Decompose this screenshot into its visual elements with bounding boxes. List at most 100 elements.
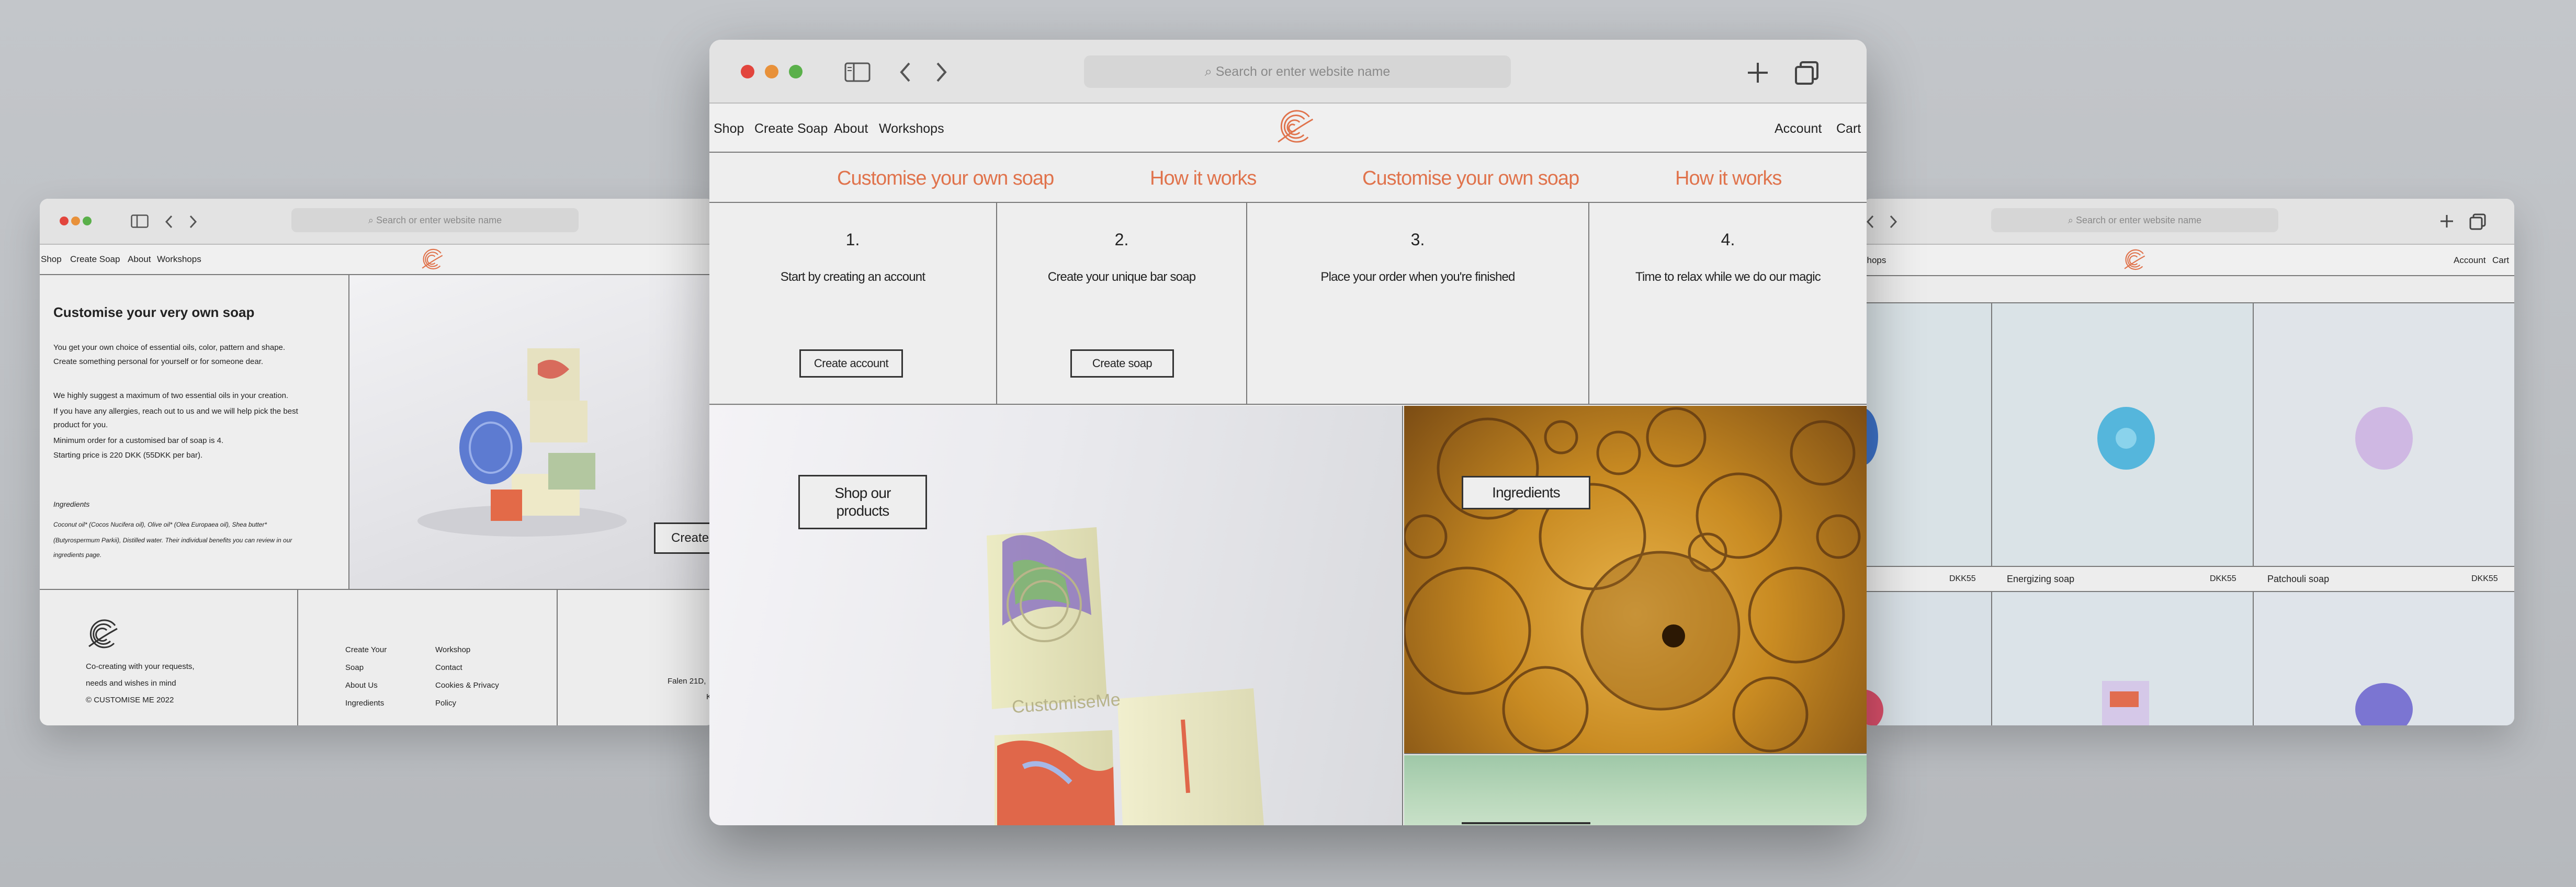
nav-cart[interactable]: Cart — [1836, 121, 1861, 137]
ingredients-text: (Butyrospermum Parkii), Distilled water.… — [53, 537, 292, 544]
footer-link[interactable]: Create Your — [345, 645, 387, 654]
nav-cart[interactable]: Cart — [2492, 255, 2509, 266]
create-soap-button[interactable]: Create soap — [1070, 349, 1174, 378]
footer-copyright: © CUSTOMISE ME 2022 — [86, 696, 174, 704]
address-bar[interactable]: ⌕ Search or enter website name — [1084, 55, 1511, 88]
tabs-overview-icon[interactable] — [2469, 213, 2486, 230]
nav-workshops[interactable]: Workshops — [879, 121, 944, 137]
product-image[interactable] — [1992, 303, 2253, 566]
product-labels-row: DKK55 Energizing soap DKK55 Patchouli so… — [1862, 566, 2514, 592]
marquee-text: Customise your own soap — [1362, 167, 1579, 189]
maximize-window-button[interactable] — [83, 217, 92, 225]
search-icon: ⌕ — [368, 215, 376, 225]
new-tab-icon[interactable] — [1746, 61, 1769, 84]
main-browser-window: ⌕ Search or enter website name Shop Crea… — [709, 40, 1867, 825]
create-account-label: Create account — [814, 356, 889, 370]
nav-workshops[interactable]: Workshops — [157, 254, 201, 265]
back-arrow-icon[interactable] — [899, 62, 911, 83]
product-image[interactable] — [2254, 303, 2514, 566]
browser-toolbar: ⌕ Search or enter website name — [40, 199, 715, 245]
nav-create-soap[interactable]: Create Soap — [754, 121, 828, 137]
product-name[interactable]: Energizing soap — [2007, 574, 2074, 585]
ingredients-button[interactable]: Ingredients — [1462, 476, 1590, 509]
description-line: We highly suggest a maximum of two essen… — [53, 391, 289, 400]
nav-about[interactable]: About — [834, 121, 868, 137]
step-number: 4. — [1721, 230, 1735, 249]
sidebar-icon[interactable] — [131, 214, 149, 228]
description-line: product for you. — [53, 420, 108, 429]
create-button-label: Create — [671, 530, 709, 545]
ingredients-title: Ingredients — [53, 500, 90, 508]
address-bar-placeholder: Search or enter website name — [376, 215, 502, 225]
create-button[interactable]: Create — [654, 522, 715, 554]
footer-link[interactable]: Policy — [435, 699, 456, 708]
description-line: You get your own choice of essential oil… — [53, 343, 286, 352]
site-nav: shops Account Cart — [1862, 245, 2514, 276]
description-line: If you have any allergies, reach out to … — [53, 407, 298, 416]
close-window-button[interactable] — [741, 65, 754, 78]
minimize-window-button[interactable] — [71, 217, 80, 225]
shop-products-label: Shop our — [834, 485, 891, 502]
footer-link[interactable]: Soap — [345, 663, 364, 672]
logo-icon[interactable] — [1273, 109, 1315, 146]
address-bar[interactable]: ⌕ Search or enter website name — [1991, 208, 2278, 232]
address-bar-placeholder: Search or enter website name — [1215, 64, 1391, 79]
create-account-button[interactable]: Create account — [799, 349, 903, 378]
address-bar-placeholder: Search or enter website name — [2075, 215, 2202, 225]
search-icon: ⌕ — [1204, 64, 1216, 79]
product-name[interactable]: Patchouli soap — [2267, 574, 2329, 585]
nav-about[interactable]: About — [128, 254, 151, 265]
footer-link[interactable]: Ingredients — [345, 699, 384, 708]
product-grid: DKK55 Energizing soap DKK55 Patchouli so… — [1862, 303, 2514, 725]
product-price: DKK55 — [2210, 574, 2236, 583]
close-window-button[interactable] — [60, 217, 69, 225]
browser-toolbar: ⌕ Search or enter website name — [709, 40, 1867, 104]
new-tab-icon[interactable] — [2439, 213, 2455, 229]
nav-account[interactable]: Account — [1775, 121, 1822, 137]
footer-link[interactable]: Contact — [435, 663, 462, 672]
back-arrow-icon[interactable] — [164, 215, 174, 229]
footer-link[interactable]: Cookies & Privacy — [435, 681, 499, 690]
product-image[interactable] — [1862, 303, 1991, 566]
maximize-window-button[interactable] — [789, 65, 803, 78]
step-number: 1. — [845, 230, 860, 249]
back-arrow-icon[interactable] — [1866, 215, 1875, 229]
ingredients-photo: Ingredients — [1404, 406, 1867, 754]
site-footer: Co-creating with your requests, needs an… — [40, 589, 715, 725]
nav-shop[interactable]: Shop — [41, 254, 62, 265]
product-image[interactable] — [1992, 592, 2253, 725]
forward-arrow-icon[interactable] — [188, 215, 198, 229]
nav-create-soap[interactable]: Create Soap — [70, 254, 120, 265]
marquee-banner: Customise your own soap How it works Cus… — [709, 153, 1867, 203]
product-image[interactable] — [2254, 592, 2514, 725]
forward-arrow-icon[interactable] — [1889, 215, 1898, 229]
logo-icon[interactable] — [2121, 249, 2147, 272]
logo-icon[interactable] — [419, 248, 445, 271]
ingredients-text: ingredients page. — [53, 551, 102, 559]
right-browser-window: ⌕ Search or enter website name shops Acc… — [1862, 199, 2514, 725]
site-nav: Shop Create Soap About Workshops Account… — [709, 104, 1867, 153]
oil-bubbles-illustration — [1404, 407, 1861, 753]
search-icon: ⌕ — [2067, 215, 2076, 225]
step-text: Time to relax while we do our magic — [1635, 270, 1821, 284]
how-it-works-steps: 1. Start by creating an account Create a… — [709, 203, 1867, 405]
nav-account[interactable]: Account — [2454, 255, 2485, 266]
footer-link[interactable]: Workshop — [435, 645, 470, 654]
left-browser-window: ⌕ Search or enter website name Shop Crea… — [40, 199, 715, 725]
step-text: Place your order when you're finished — [1320, 270, 1515, 284]
shop-products-button[interactable]: Shop our products — [798, 475, 927, 529]
description-line: Starting price is 220 DKK (55DKK per bar… — [53, 451, 203, 460]
step-text: Create your unique bar soap — [1047, 270, 1196, 284]
forward-arrow-icon[interactable] — [935, 62, 948, 83]
minimize-window-button[interactable] — [765, 65, 778, 78]
partial-button-edge — [1462, 822, 1590, 824]
nav-shop[interactable]: Shop — [714, 121, 744, 137]
tabs-overview-icon[interactable] — [1794, 61, 1820, 86]
browser-toolbar: ⌕ Search or enter website name — [1862, 199, 2514, 245]
step-number: 3. — [1410, 230, 1425, 249]
footer-link[interactable]: About Us — [345, 681, 378, 690]
sidebar-icon[interactable] — [844, 62, 871, 82]
address-bar[interactable]: ⌕ Search or enter website name — [291, 208, 579, 232]
create-soap-label: Create soap — [1092, 356, 1153, 370]
product-image[interactable] — [1862, 592, 1991, 725]
